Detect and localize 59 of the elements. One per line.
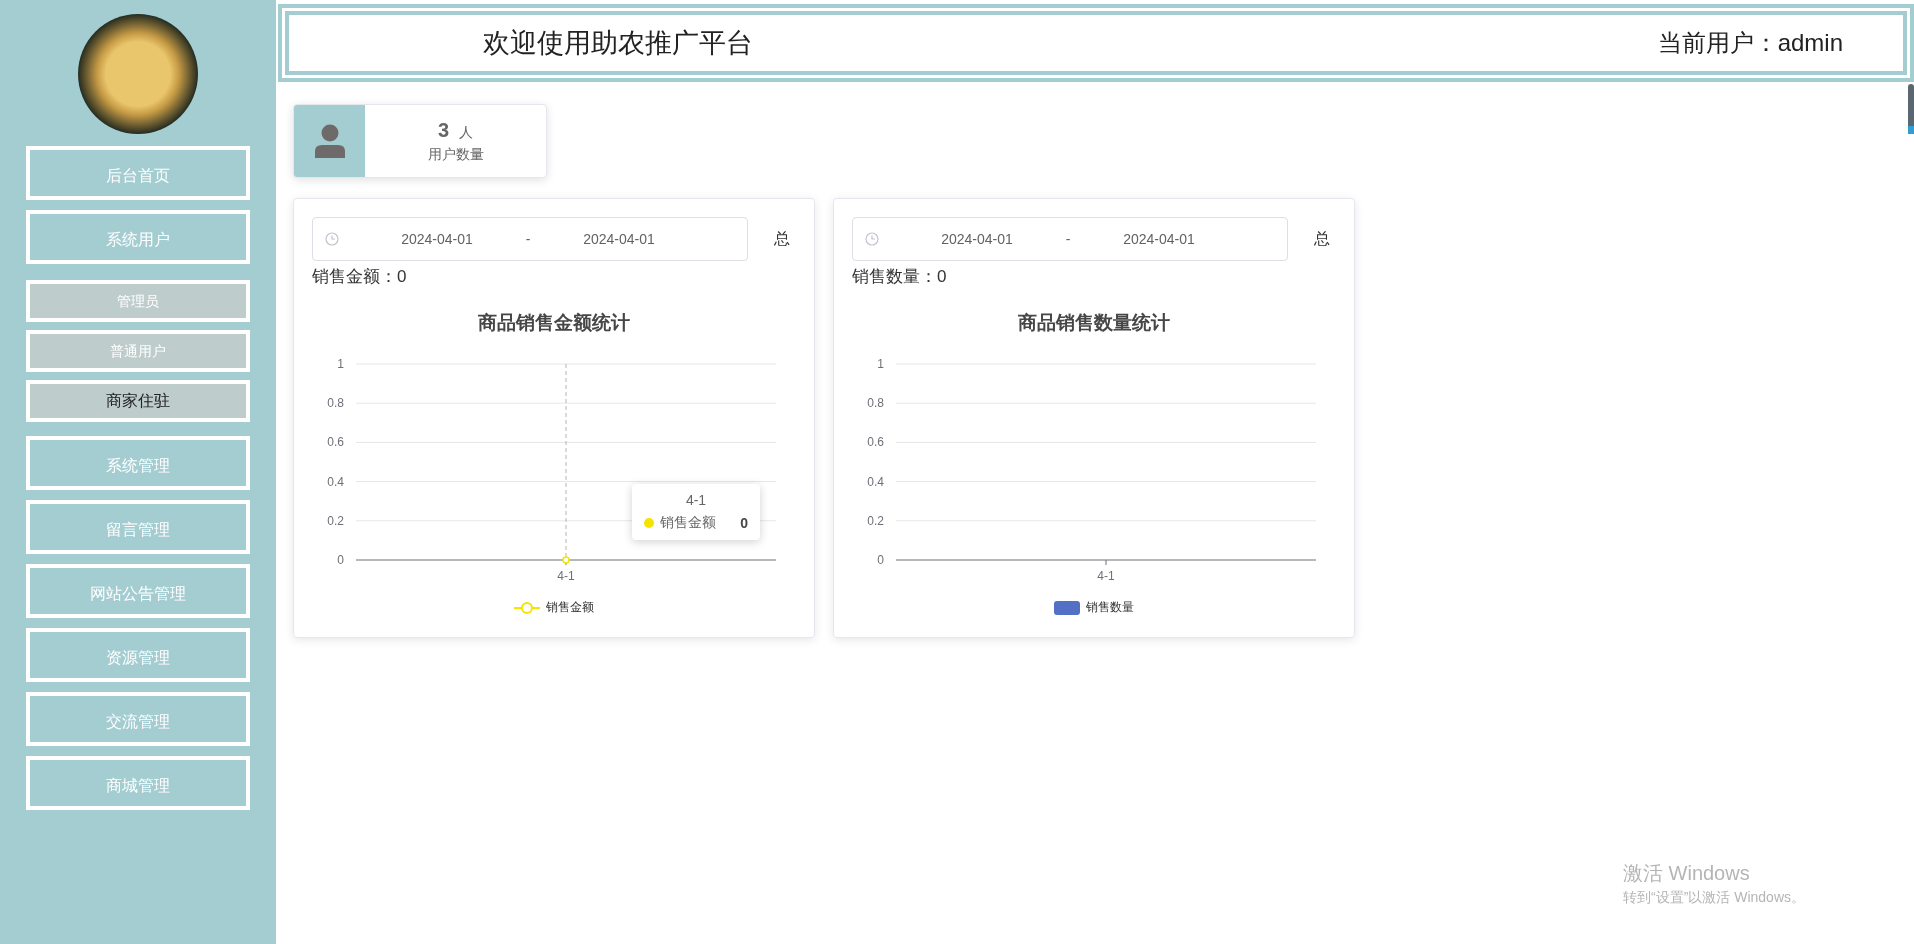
sidebar-menu-item[interactable]: 系统用户 xyxy=(26,210,250,264)
sidebar-menu-item[interactable]: 资源管理 xyxy=(26,628,250,682)
clock-icon xyxy=(325,232,339,246)
series-dot-icon xyxy=(644,518,654,528)
y-axis-label: 0.6 xyxy=(327,435,344,450)
date-range-field[interactable]: 2024-04-01 - 2024-04-01 xyxy=(852,217,1288,261)
sidebar-menu-item[interactable]: 普通用户 xyxy=(26,330,250,372)
y-axis-label: 0.6 xyxy=(867,435,884,450)
tooltip-value: 0 xyxy=(740,515,748,531)
tooltip-series-name: 销售金额 xyxy=(660,514,717,532)
clock-icon xyxy=(865,232,879,246)
sales-summary: 销售金额：0 xyxy=(312,266,408,288)
legend-line-marker-icon[interactable] xyxy=(514,600,540,615)
legend-label[interactable]: 销售金额 xyxy=(546,599,594,616)
y-axis-label: 0 xyxy=(337,553,344,567)
user-icon xyxy=(314,124,345,158)
chart-title: 商品销售金额统计 xyxy=(478,311,630,335)
end-date: 2024-04-01 xyxy=(1122,231,1196,247)
data-point xyxy=(562,556,570,564)
start-date: 2024-04-01 xyxy=(940,231,1014,247)
y-axis-label: 0.2 xyxy=(327,513,344,528)
sidebar-menu-item[interactable]: 网站公告管理 xyxy=(26,564,250,618)
sidebar-menu-item[interactable]: 商家住驻 xyxy=(26,380,250,422)
date-range-field[interactable]: 2024-04-01 - 2024-04-01 xyxy=(312,217,748,261)
current-user-label: 当前用户：admin xyxy=(1657,28,1843,58)
x-axis-label: 4-1 xyxy=(557,569,575,583)
y-axis-label: 0.2 xyxy=(867,513,884,528)
activation-notice-title: 激活 Windows xyxy=(1623,861,1751,886)
y-axis-label: 0.4 xyxy=(867,474,884,489)
site-title: 欢迎使用助农推广平台 xyxy=(483,27,753,60)
stat-unit: 人 xyxy=(459,123,474,142)
x-axis-label: 4-1 xyxy=(1097,569,1115,583)
sales-summary: 销售数量：0 xyxy=(852,266,948,288)
start-date: 2024-04-01 xyxy=(400,231,474,247)
sidebar-menu-item[interactable]: 商城管理 xyxy=(26,756,250,810)
legend-label[interactable]: 销售数量 xyxy=(1086,599,1134,616)
y-axis-label: 0 xyxy=(877,553,884,567)
date-separator: - xyxy=(524,231,532,247)
y-axis-label: 1 xyxy=(877,357,884,371)
sidebar-menu-item[interactable]: 交流管理 xyxy=(26,692,250,746)
total-button[interactable]: 总 xyxy=(768,224,796,254)
stat-value: 3 xyxy=(437,118,450,142)
sidebar-menu-item[interactable]: 管理员 xyxy=(26,280,250,322)
y-axis-label: 0.4 xyxy=(327,474,344,489)
sidebar-menu-item[interactable]: 系统管理 xyxy=(26,436,250,490)
y-axis-label: 0.8 xyxy=(867,396,884,411)
legend-swatch-icon[interactable] xyxy=(1054,599,1080,616)
sidebar-menu-item[interactable]: 留言管理 xyxy=(26,500,250,554)
y-axis-label: 1 xyxy=(337,357,344,371)
date-separator: - xyxy=(1064,231,1072,247)
end-date: 2024-04-01 xyxy=(582,231,656,247)
scroll-handle-icon[interactable] xyxy=(1908,84,1914,134)
total-button[interactable]: 总 xyxy=(1308,224,1336,254)
activation-notice-text: 转到“设置”以激活 Windows。 xyxy=(1623,889,1805,907)
sidebar-menu-item[interactable]: 后台首页 xyxy=(26,146,250,200)
stat-label: 用户数量 xyxy=(427,145,484,164)
tooltip-title: 4-1 xyxy=(684,492,708,508)
y-axis-label: 0.8 xyxy=(327,396,344,411)
chart-title: 商品销售数量统计 xyxy=(1018,311,1170,335)
